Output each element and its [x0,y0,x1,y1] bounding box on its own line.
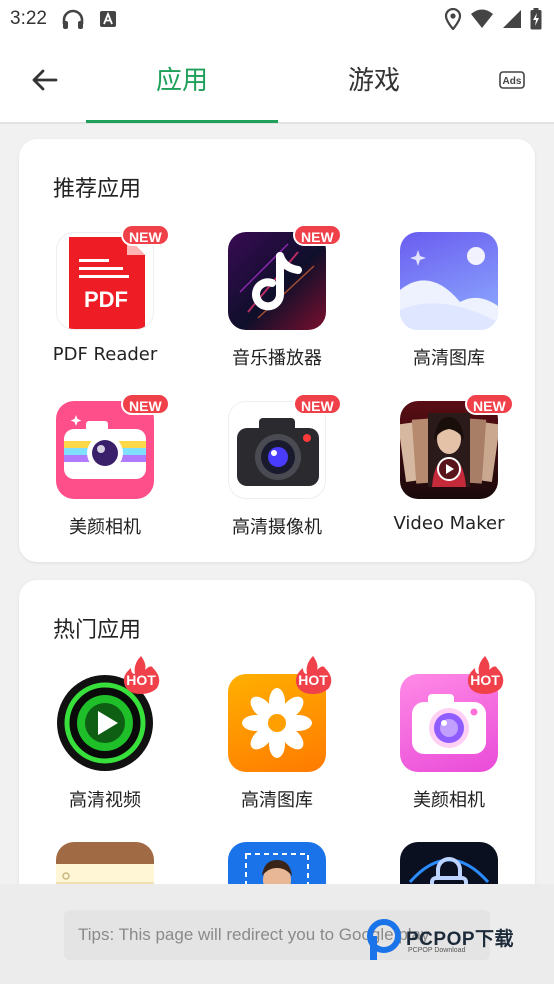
app-item-app-lock[interactable] [363,842,535,884]
app-item-beauty-camera[interactable]: NEW 美颜相机 [19,393,191,561]
new-badge: NEW [293,393,342,415]
headset-icon [62,9,84,29]
new-badge: NEW [293,224,342,246]
content-area: 推荐应用 PDF NEW PDF Reader NEW 音乐播放器 高清图库 N… [0,126,554,884]
recommended-apps-title: 推荐应用 [53,177,142,202]
a-notification-icon [99,11,116,27]
new-badge: NEW [465,393,514,415]
wifi-icon [471,9,493,28]
app-label: 高清图库 [413,348,485,369]
hot-badge: HOT [463,654,507,694]
signal-icon [503,10,521,28]
app-label: 高清图库 [241,790,313,811]
tab-apps[interactable]: 应用 [86,60,278,97]
app-item-id-photo[interactable] [191,842,363,884]
back-button[interactable] [26,62,62,98]
status-time: 3:22 [10,8,47,29]
app-label: 美颜相机 [413,790,485,811]
recommended-apps-card: 推荐应用 PDF NEW PDF Reader NEW 音乐播放器 高清图库 N… [19,139,535,562]
app-bar: 应用 游戏 Ads [0,38,554,124]
app-item-video-maker[interactable]: NEW Video Maker [363,393,535,561]
ads-icon[interactable]: Ads [499,71,525,89]
app-item-hd-gallery-hot[interactable]: HOT 高清图库 [191,656,363,834]
new-badge: NEW [121,393,170,415]
app-label: 高清摄像机 [232,517,322,538]
new-badge: NEW [121,224,170,246]
location-icon [444,8,462,30]
watermark: PCPOP下载 PCPOP Download [366,918,546,962]
gallery-icon [400,232,498,330]
hot-apps-title: 热门应用 [53,618,142,643]
svg-text:PDF: PDF [84,287,128,312]
app-label: 高清视频 [69,790,141,811]
hot-badge-label: HOT [126,672,156,688]
hot-apps-card: 热门应用 HOT 高清视频 HOT 高清图库 HOT 美颜相机 [19,580,535,884]
watermark-sub: PCPOP Download [408,947,466,954]
hot-badge: HOT [119,654,163,694]
arrow-left-icon [32,69,58,91]
id-photo-icon [228,842,326,884]
pcpop-logo-icon [367,919,401,960]
active-tab-indicator [86,120,278,123]
app-label: PDF Reader [52,344,158,365]
app-item-music-player[interactable]: NEW 音乐播放器 [191,224,363,392]
hot-badge: HOT [291,654,335,694]
notepad-icon [56,842,154,884]
app-label: 美颜相机 [69,517,141,538]
status-bar: 3:22 [0,0,554,38]
app-item-beauty-camera-hot[interactable]: HOT 美颜相机 [363,656,535,834]
app-label: Video Maker [393,513,505,534]
svg-text:Ads: Ads [503,76,522,87]
app-item-hd-camcorder[interactable]: NEW 高清摄像机 [191,393,363,561]
lock-icon [400,842,498,884]
app-item-hd-gallery[interactable]: 高清图库 [363,232,535,392]
tab-games[interactable]: 游戏 [278,60,470,97]
app-item-notepad[interactable] [19,842,191,884]
app-item-pdf-reader[interactable]: PDF NEW PDF Reader [19,224,191,392]
battery-icon [530,8,542,30]
app-label: 音乐播放器 [232,348,322,369]
hot-badge-label: HOT [470,672,500,688]
hot-badge-label: HOT [298,672,328,688]
app-item-hd-video[interactable]: HOT 高清视频 [19,656,191,834]
